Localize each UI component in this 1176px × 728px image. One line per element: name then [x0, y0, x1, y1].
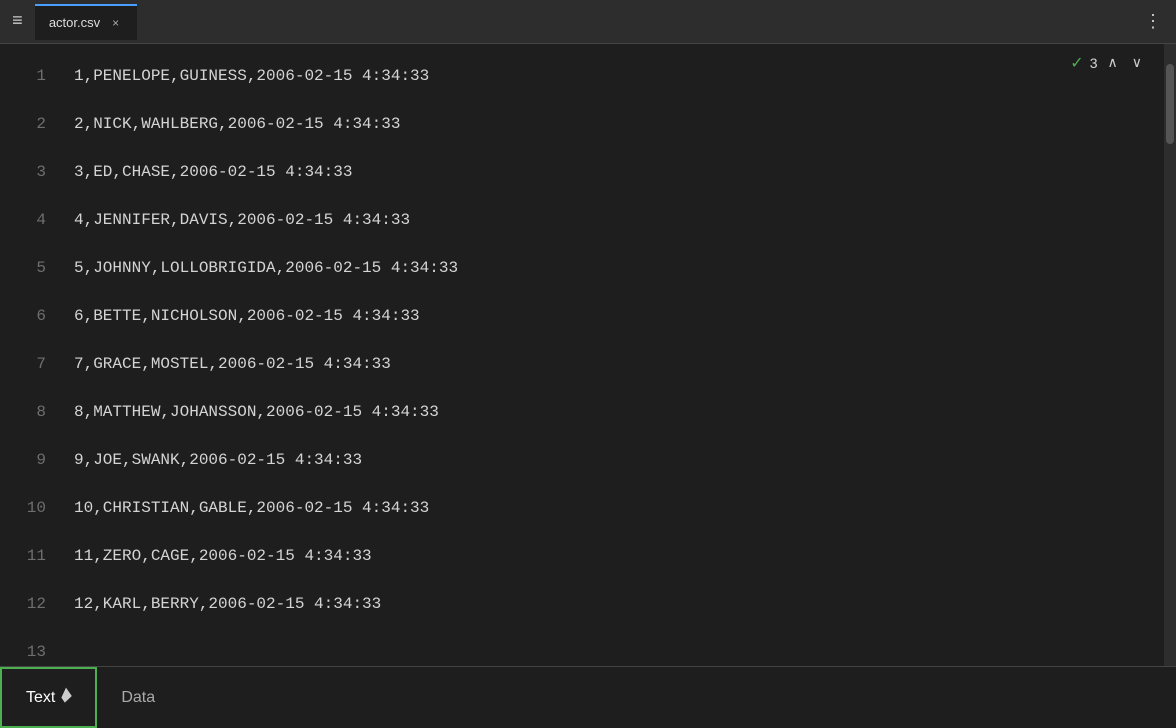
bottom-tab-text[interactable]: Text: [0, 667, 97, 728]
line-number: 7: [0, 340, 46, 388]
line-number: 12: [0, 580, 46, 628]
code-line: 8,MATTHEW,JOHANSSON,2006-02-15 4:34:33: [60, 388, 1164, 436]
line-number: 9: [0, 436, 46, 484]
line-number: 1: [0, 52, 46, 100]
scrollbar-thumb[interactable]: [1166, 64, 1174, 144]
code-line: 7,GRACE,MOSTEL,2006-02-15 4:34:33: [60, 340, 1164, 388]
hamburger-icon[interactable]: ≡: [12, 12, 23, 32]
line-number: 4: [0, 196, 46, 244]
code-line: 6,BETTE,NICHOLSON,2006-02-15 4:34:33: [60, 292, 1164, 340]
editor-area: 12345678910111213 1,PENELOPE,GUINESS,200…: [0, 44, 1176, 666]
code-line: 9,JOE,SWANK,2006-02-15 4:34:33: [60, 436, 1164, 484]
tab-area: actor.csv ×: [35, 4, 1144, 40]
code-line: 4,JENNIFER,DAVIS,2006-02-15 4:34:33: [60, 196, 1164, 244]
line-number: 6: [0, 292, 46, 340]
line-number: 5: [0, 244, 46, 292]
code-line: 10,CHRISTIAN,GABLE,2006-02-15 4:34:33: [60, 484, 1164, 532]
match-down-arrow[interactable]: ∨: [1128, 52, 1146, 73]
code-lines[interactable]: 1,PENELOPE,GUINESS,2006-02-15 4:34:332,N…: [60, 44, 1164, 666]
bottom-tab-data[interactable]: Data: [97, 667, 179, 728]
match-indicator: ✓ 3 ∧ ∨: [1070, 52, 1146, 73]
tab-close-button[interactable]: ×: [108, 14, 123, 32]
line-number: 8: [0, 388, 46, 436]
code-line: 12,KARL,BERRY,2006-02-15 4:34:33: [60, 580, 1164, 628]
line-numbers: 12345678910111213: [0, 44, 60, 666]
line-number: 11: [0, 532, 46, 580]
code-line: 2,NICK,WAHLBERG,2006-02-15 4:34:33: [60, 100, 1164, 148]
code-line: 1,PENELOPE,GUINESS,2006-02-15 4:34:33: [60, 52, 1164, 100]
line-number: 2: [0, 100, 46, 148]
match-up-arrow[interactable]: ∧: [1104, 52, 1122, 73]
code-line: 11,ZERO,CAGE,2006-02-15 4:34:33: [60, 532, 1164, 580]
match-count: 3: [1090, 55, 1098, 71]
title-bar: ≡ actor.csv × ⋮: [0, 0, 1176, 44]
line-number: 10: [0, 484, 46, 532]
scrollbar[interactable]: [1164, 44, 1176, 666]
more-options-icon[interactable]: ⋮: [1144, 11, 1164, 33]
line-number: 3: [0, 148, 46, 196]
code-line: 3,ED,CHASE,2006-02-15 4:34:33: [60, 148, 1164, 196]
match-check-icon: ✓: [1070, 53, 1083, 73]
bottom-tabs: TextData: [0, 666, 1176, 728]
main-content: 12345678910111213 1,PENELOPE,GUINESS,200…: [0, 44, 1176, 666]
code-line: 5,JOHNNY,LOLLOBRIGIDA,2006-02-15 4:34:33: [60, 244, 1164, 292]
tab-filename: actor.csv: [49, 15, 100, 30]
file-tab[interactable]: actor.csv ×: [35, 4, 137, 40]
line-number: 13: [0, 628, 46, 666]
